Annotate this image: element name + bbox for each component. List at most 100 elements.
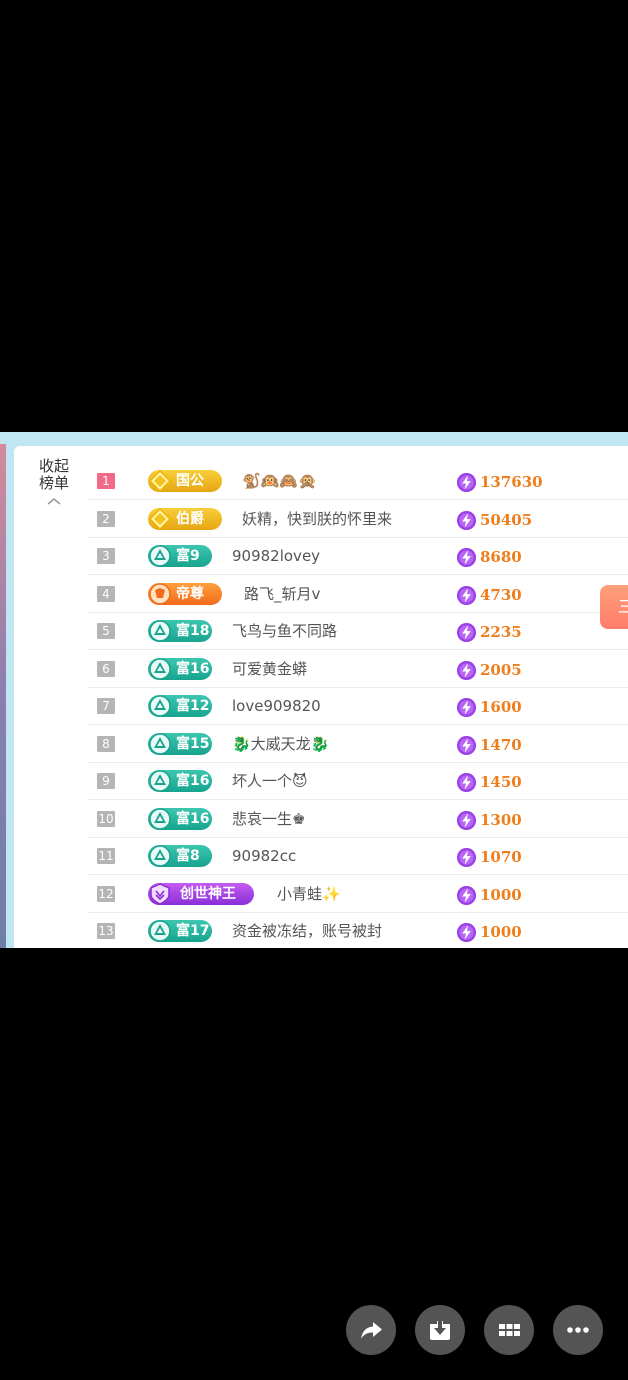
lightning-coin-icon <box>456 585 477 605</box>
level-badge-label: 伯爵 <box>176 510 204 527</box>
level-badge: 富18 <box>148 620 212 642</box>
score-value: 1470 <box>480 735 522 754</box>
rank-number: 11 <box>97 848 115 864</box>
score-value: 8680 <box>480 548 522 566</box>
rank-number: 3 <box>97 548 115 564</box>
score-value: 137630 <box>480 473 543 491</box>
level-badge-label: 富12 <box>176 698 210 714</box>
wealth-level-icon <box>149 545 171 567</box>
wealth-level-icon <box>149 770 171 792</box>
leaderboard-row[interactable]: 10 富16 悲哀一生♚ 1300 <box>88 800 628 838</box>
user-name[interactable]: 资金被冻结，账号被封 <box>232 921 382 941</box>
leaderboard-row[interactable]: 8 富15 🐉大威天龙🐉 1470 <box>88 725 628 763</box>
leaderboard-row[interactable]: 5 富18 飞鸟与鱼不同路 2235 <box>88 612 628 650</box>
more-icon <box>567 1327 589 1333</box>
level-badge-label: 富8 <box>176 848 200 864</box>
score-value: 2235 <box>480 623 522 641</box>
score-value: 1600 <box>480 698 522 716</box>
emperor-rank-icon <box>149 582 171 605</box>
level-badge: 富17 <box>148 920 212 942</box>
lightning-coin-icon <box>456 510 477 530</box>
leaderboard-row[interactable]: 2 伯爵 妖精，快到朕的怀里来 50405 <box>88 500 628 538</box>
user-name[interactable]: 坏人一个😈 <box>232 771 308 791</box>
user-name[interactable]: 路飞_斩月v <box>244 584 320 604</box>
lightning-coin-icon <box>456 697 477 718</box>
level-badge-label: 富16 <box>176 773 210 789</box>
level-badge: 创世神王 <box>148 882 254 905</box>
level-badge-label: 创世神王 <box>180 885 236 902</box>
user-name[interactable]: 90982lovey <box>232 546 320 566</box>
user-name[interactable]: 悲哀一生♚ <box>232 809 305 829</box>
rank-number: 12 <box>97 885 115 902</box>
level-badge-label: 富18 <box>176 623 210 639</box>
level-badge: 富16 <box>148 807 212 830</box>
level-badge-label: 富17 <box>176 923 210 939</box>
level-badge: 富16 <box>148 657 212 680</box>
leaderboard-row[interactable]: 9 富16 坏人一个😈 1450 <box>88 762 628 800</box>
leaderboard-panel: 收起 榜单 1 国公 🐒🙉🙈🙊 137630 2 伯爵 妖精，快到朕的怀里来 50405 3 富9… <box>14 446 628 948</box>
level-badge: 富9 <box>148 545 212 567</box>
leaderboard-row[interactable]: 6 富16 可爱黄金蟒 2005 <box>88 650 628 688</box>
rank-number: 9 <box>97 773 115 789</box>
lightning-coin-icon <box>456 660 477 680</box>
lightning-coin-icon <box>456 772 477 793</box>
leaderboard-row[interactable]: 11 富8 90982cc 1070 <box>88 837 628 875</box>
wealth-level-icon <box>149 807 171 830</box>
user-name[interactable]: 飞鸟与鱼不同路 <box>232 621 337 641</box>
user-name[interactable]: 妖精，快到朕的怀里来 <box>242 509 392 529</box>
score-value: 1450 <box>480 773 522 791</box>
score-value: 50405 <box>480 510 533 529</box>
leaderboard-row[interactable]: 12 创世神王 小青蛙✨ 1000 <box>88 875 628 913</box>
user-name[interactable]: 🐒🙉🙈🙊 <box>242 471 317 491</box>
level-badge: 伯爵 <box>148 507 222 530</box>
leaderboard-row[interactable]: 4 帝尊 路飞_斩月v 4730 <box>88 575 628 613</box>
download-button[interactable] <box>415 1305 465 1355</box>
apps-button[interactable] <box>484 1305 534 1355</box>
rank-number: 5 <box>97 623 115 639</box>
collapse-leaderboard-button[interactable]: 收起 榜单 <box>38 458 70 506</box>
rank-number: 10 <box>97 810 115 827</box>
wealth-level-icon <box>149 920 171 942</box>
leaderboard-row[interactable]: 7 富12 love909820 1600 <box>88 687 628 725</box>
level-badge: 富12 <box>148 695 212 717</box>
level-badge-label: 富16 <box>176 810 210 827</box>
level-badge: 国公 <box>148 470 222 492</box>
score-value: 1000 <box>480 885 522 904</box>
lightning-coin-icon <box>456 847 477 868</box>
rank-number: 7 <box>97 698 115 714</box>
wealth-level-icon <box>149 657 171 680</box>
level-badge: 帝尊 <box>148 582 222 605</box>
more-button[interactable] <box>553 1305 603 1355</box>
lightning-coin-icon <box>456 922 477 943</box>
level-badge: 富8 <box>148 845 212 867</box>
rank-number: 2 <box>97 510 115 527</box>
level-badge-label: 国公 <box>176 473 204 489</box>
rank-number: 13 <box>97 923 115 939</box>
wealth-level-icon <box>149 732 171 755</box>
level-badge-label: 富9 <box>176 548 200 564</box>
level-badge: 富16 <box>148 770 212 792</box>
score-value: 1000 <box>480 923 522 941</box>
level-badge-label: 富15 <box>176 735 210 752</box>
lightning-coin-icon <box>456 547 477 568</box>
user-name[interactable]: 90982cc <box>232 846 296 866</box>
diamond-rank-icon <box>149 507 171 530</box>
user-name[interactable]: 可爱黄金蟒 <box>232 659 307 679</box>
user-name[interactable]: 🐉大威天龙🐉 <box>232 734 329 754</box>
chevron-up-icon <box>47 498 61 505</box>
background-strip <box>0 444 6 948</box>
rank-number: 1 <box>97 473 115 489</box>
score-value: 4730 <box>480 585 522 604</box>
side-tab-button[interactable]: 三 <box>600 585 628 629</box>
leaderboard-row[interactable]: 3 富9 90982lovey 8680 <box>88 537 628 575</box>
leaderboard-row[interactable]: 1 国公 🐒🙉🙈🙊 137630 <box>88 462 628 500</box>
lightning-coin-icon <box>456 810 477 830</box>
share-button[interactable] <box>346 1305 396 1355</box>
rank-number: 8 <box>97 735 115 752</box>
god-king-rank-icon <box>150 882 170 905</box>
user-name[interactable]: love909820 <box>232 696 321 716</box>
user-name[interactable]: 小青蛙✨ <box>277 884 341 904</box>
rank-number: 4 <box>97 585 115 602</box>
wealth-level-icon <box>149 845 171 867</box>
leaderboard-row[interactable]: 13 富17 资金被冻结，账号被封 1000 <box>88 912 628 948</box>
